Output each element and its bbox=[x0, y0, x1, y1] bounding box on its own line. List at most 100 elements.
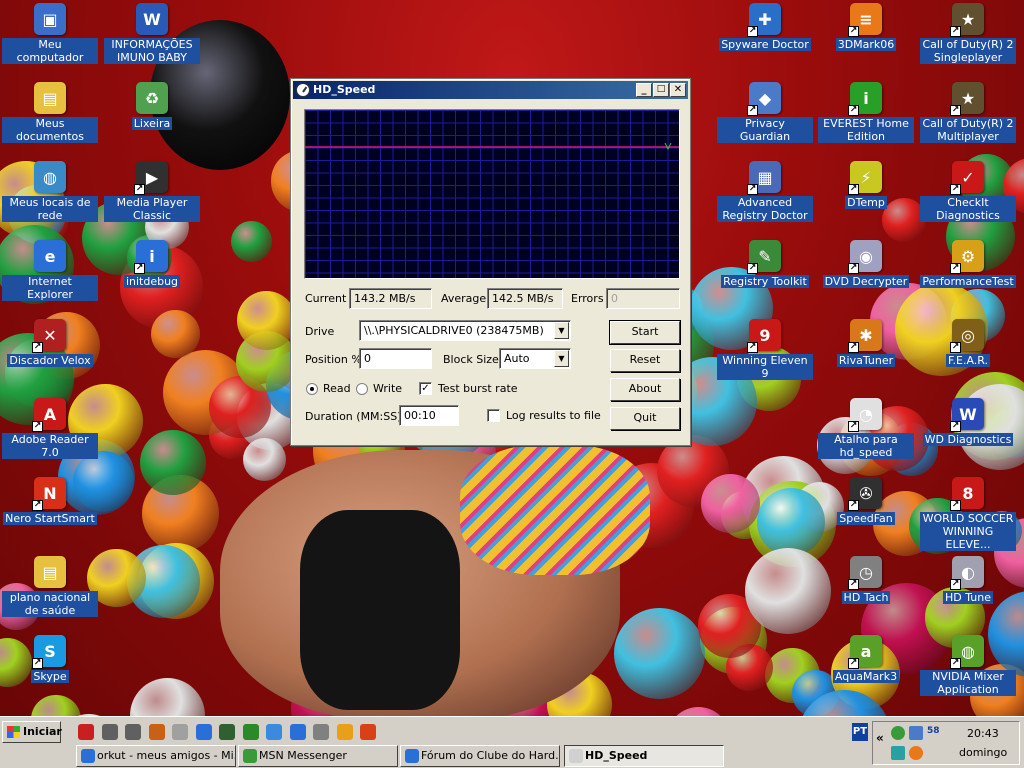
desktop-icon[interactable]: ▤ plano nacional de saúde bbox=[2, 556, 98, 617]
wallpaper-ball bbox=[700, 474, 760, 534]
desktop-icon[interactable]: ♻ Lixeira bbox=[104, 82, 200, 130]
desktop-icon-label: EVEREST Home Edition bbox=[818, 117, 914, 143]
shortcut-arrow-icon: ↗ bbox=[747, 342, 758, 353]
desktop-icon[interactable]: ⚡ ↗ DTemp bbox=[818, 161, 914, 209]
desktop-icon[interactable]: ◍ Meus locais de rede bbox=[2, 161, 98, 222]
about-button[interactable]: About bbox=[610, 378, 680, 401]
quick-launch-icon[interactable] bbox=[148, 724, 165, 740]
maximize-button[interactable]: □ bbox=[653, 83, 669, 97]
desktop-icon[interactable]: ◐ ↗ HD Tune bbox=[920, 556, 1016, 604]
tray-number[interactable]: 58 bbox=[927, 726, 940, 736]
desktop-icon[interactable]: ⚙ ↗ PerformanceTest bbox=[920, 240, 1016, 288]
desktop-icon[interactable]: N ↗ Nero StartSmart bbox=[2, 477, 98, 525]
reset-button[interactable]: Reset bbox=[610, 349, 680, 372]
desktop-icon-glyph: A bbox=[43, 404, 57, 424]
desktop-icon[interactable]: W INFORMAÇÕES IMUNO BABY bbox=[104, 3, 200, 64]
desktop-icon[interactable]: S ↗ Skype bbox=[2, 635, 98, 683]
msn-tray-icon[interactable] bbox=[891, 726, 905, 740]
desktop-icon[interactable]: ✓ ↗ CheckIt Diagnostics bbox=[920, 161, 1016, 222]
duration-label: Duration (MM:SS) bbox=[305, 410, 402, 423]
log-results-checkbox[interactable] bbox=[487, 409, 500, 422]
quick-launch-icon[interactable] bbox=[172, 724, 188, 740]
taskbar-button[interactable]: MSN Messenger bbox=[238, 745, 398, 767]
clock-day: domingo bbox=[959, 746, 1008, 759]
desktop-icon[interactable]: a ↗ AquaMark3 bbox=[818, 635, 914, 683]
desktop-icon[interactable]: ★ ↗ Call of Duty(R) 2 Multiplayer bbox=[920, 82, 1016, 143]
system-tray: « 58 20:43 domingo bbox=[872, 721, 1020, 765]
quick-launch-icon[interactable] bbox=[289, 724, 306, 740]
read-radio[interactable] bbox=[306, 383, 318, 395]
network-tray-icon[interactable] bbox=[909, 726, 923, 740]
position-label: Position % bbox=[305, 353, 362, 366]
drive-select[interactable]: \\.\PHYSICALDRIVE0 (238475MB) ▼ bbox=[359, 320, 571, 341]
desktop-icon-glyph: i bbox=[149, 246, 155, 266]
tray-expand-icon[interactable]: « bbox=[876, 731, 884, 745]
desktop-icon[interactable]: ▣ Meu computador bbox=[2, 3, 98, 64]
start-button-taskbar[interactable]: Iniciar bbox=[2, 721, 62, 743]
desktop-icon-glyph: ⚙ bbox=[960, 246, 976, 266]
minimize-button[interactable]: _ bbox=[636, 83, 652, 97]
quick-launch-icon[interactable] bbox=[219, 724, 235, 740]
desktop-icon-label: CheckIt Diagnostics bbox=[920, 196, 1016, 222]
hd-speed-app-icon bbox=[296, 83, 310, 97]
desktop-icon[interactable]: A ↗ Adobe Reader 7.0 bbox=[2, 398, 98, 459]
language-indicator[interactable]: PT bbox=[852, 723, 868, 741]
desktop-icon[interactable]: ✕ ↗ Discador Velox bbox=[2, 319, 98, 367]
quick-launch-icon[interactable] bbox=[242, 724, 259, 740]
desktop-icon[interactable]: ▦ ↗ Advanced Registry Doctor bbox=[717, 161, 813, 222]
windows-logo-icon bbox=[7, 726, 20, 738]
clock-time[interactable]: 20:43 bbox=[967, 727, 999, 740]
errors-value: 0 bbox=[606, 288, 680, 309]
taskbar-button[interactable]: Fórum do Clube do Hard... bbox=[400, 745, 560, 767]
tray-alert-icon[interactable] bbox=[909, 746, 923, 760]
registry-toolkit-icon: ✎ ↗ bbox=[747, 240, 781, 274]
desktop-icon[interactable]: ◉ ↗ DVD Decrypter bbox=[818, 240, 914, 288]
desktop-icon[interactable]: i ↗ EVEREST Home Edition bbox=[818, 82, 914, 143]
taskbar-button[interactable]: HD_Speed bbox=[564, 745, 724, 767]
desktop-icon[interactable]: ▶ ↗ Media Player Classic bbox=[104, 161, 200, 222]
desktop-icon[interactable]: ◷ ↗ HD Tach bbox=[818, 556, 914, 604]
block-size-dropdown-icon[interactable]: ▼ bbox=[554, 350, 569, 367]
desktop-icon[interactable]: 9 ↗ Winning Eleven 9 bbox=[717, 319, 813, 380]
quick-launch-icon[interactable] bbox=[360, 724, 376, 740]
quick-launch-icon[interactable] bbox=[78, 724, 94, 740]
desktop-icon[interactable]: i ↗ initdebug bbox=[104, 240, 200, 288]
duration-input[interactable]: 00:10 bbox=[399, 405, 459, 426]
quick-launch-icon[interactable] bbox=[101, 724, 118, 740]
quick-launch-icon[interactable] bbox=[313, 724, 329, 740]
desktop-icon[interactable]: ◍ ↗ NVIDIA Mixer Application bbox=[920, 635, 1016, 696]
quick-launch-icon[interactable] bbox=[125, 724, 141, 740]
desktop-icon[interactable]: ▤ Meus documentos bbox=[2, 82, 98, 143]
block-size-select[interactable]: Auto ▼ bbox=[499, 348, 571, 369]
desktop-icon[interactable]: 8 ↗ WORLD SOCCER WINNING ELEVE... bbox=[920, 477, 1016, 551]
tray-app-icon[interactable] bbox=[891, 746, 905, 760]
close-button[interactable]: ✕ bbox=[670, 83, 686, 97]
desktop-icon[interactable]: ✱ ↗ RivaTuner bbox=[818, 319, 914, 367]
desktop-icon[interactable]: ≡ ↗ 3DMark06 bbox=[818, 3, 914, 51]
speed-graph bbox=[304, 109, 680, 279]
quick-launch-icon[interactable] bbox=[195, 724, 212, 740]
desktop-icon[interactable]: W ↗ WD Diagnostics bbox=[920, 398, 1016, 446]
taskbar-button[interactable]: orkut - meus amigos - Mi... bbox=[76, 745, 236, 767]
desktop-icon[interactable]: ✇ ↗ SpeedFan bbox=[818, 477, 914, 525]
desktop-icon[interactable]: ◔ ↗ Atalho para hd_speed bbox=[818, 398, 914, 459]
window-titlebar[interactable]: HD_Speed _ □ ✕ bbox=[293, 81, 688, 99]
quick-launch-icon[interactable] bbox=[336, 724, 353, 740]
start-button[interactable]: Start bbox=[609, 320, 681, 345]
desktop-icon[interactable]: e Internet Explorer bbox=[2, 240, 98, 301]
desktop-icon[interactable]: ◆ ↗ Privacy Guardian bbox=[717, 82, 813, 143]
quit-button[interactable]: Quit bbox=[610, 407, 680, 430]
desktop-icon-label: Privacy Guardian bbox=[717, 117, 813, 143]
desktop-icon[interactable]: ◎ ↗ F.E.A.R. bbox=[920, 319, 1016, 367]
3dmark-icon: ≡ ↗ bbox=[848, 3, 882, 37]
desktop-icon-glyph: i bbox=[863, 88, 869, 108]
write-radio[interactable] bbox=[356, 383, 368, 395]
position-input[interactable]: 0 bbox=[359, 348, 432, 369]
desktop-icon[interactable]: ✚ ↗ Spyware Doctor bbox=[717, 3, 813, 51]
desktop-icon[interactable]: ★ ↗ Call of Duty(R) 2 Singleplayer bbox=[920, 3, 1016, 64]
drive-dropdown-icon[interactable]: ▼ bbox=[554, 322, 569, 339]
test-burst-rate-checkbox[interactable]: ✓ bbox=[419, 382, 432, 395]
hd-speed-icon: ◔ ↗ bbox=[848, 398, 882, 432]
desktop-icon[interactable]: ✎ ↗ Registry Toolkit bbox=[717, 240, 813, 288]
quick-launch-icon[interactable] bbox=[266, 724, 282, 740]
